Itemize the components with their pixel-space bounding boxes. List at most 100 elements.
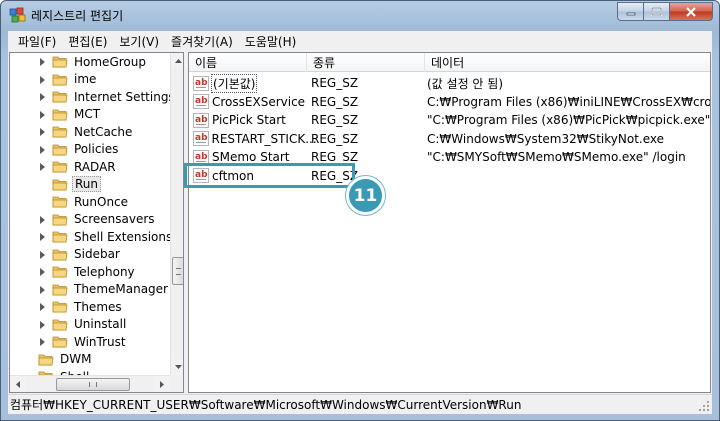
expand-arrow-icon[interactable]: [38, 302, 46, 312]
tree-item-label: MCT: [74, 107, 101, 122]
value-type: REG_SZ: [311, 94, 359, 109]
scroll-up-icon: [175, 59, 182, 63]
tree-item-label: Screensavers: [74, 212, 155, 227]
value-row[interactable]: ab PicPick Start REG_SZ "C:₩Program Files (…: [189, 111, 710, 130]
tree-vertical-scrollbar[interactable]: [170, 53, 183, 375]
folder-icon: [52, 73, 68, 86]
column-header-name[interactable]: 이름: [189, 53, 307, 72]
status-bar: 컴퓨터₩HKEY_CURRENT_USER₩Software₩Microsoft…: [8, 394, 712, 414]
tree-item[interactable]: NetCache: [38, 123, 134, 141]
folder-icon: [52, 230, 68, 243]
menu-view[interactable]: 보기(V): [113, 33, 165, 50]
folder-icon: [52, 125, 68, 138]
tree-item[interactable]: ThemeManager: [38, 281, 170, 299]
tree-item-label: Run: [72, 176, 102, 193]
tree-item[interactable]: Telephony: [38, 263, 137, 281]
menu-file[interactable]: 파일(F): [12, 33, 62, 50]
scroll-down-button[interactable]: [171, 359, 183, 375]
tree-item[interactable]: Sidebar: [38, 246, 122, 264]
expand-arrow-icon[interactable]: [38, 320, 46, 329]
tree-item-label: Shell Extensions: [74, 229, 173, 244]
folder-icon: [52, 335, 68, 348]
value-data: C:₩Program Files (x86)₩iniLINE₩CrossEX₩c…: [427, 94, 710, 109]
tree-item[interactable]: RADAR: [38, 158, 118, 176]
expand-arrow-icon[interactable]: [38, 285, 46, 294]
value-type: REG_SZ: [311, 76, 359, 91]
expand-arrow-icon[interactable]: [38, 110, 46, 119]
menu-help[interactable]: 도움말(H): [239, 33, 303, 50]
value-row[interactable]: ab (기본값) REG_SZ (값 설정 안 됨): [189, 73, 710, 93]
value-row[interactable]: ab RESTART_STICK... REG_SZ C:₩Windows₩Syste…: [189, 130, 710, 149]
value-data: "C:₩SMYSoft₩SMemo₩SMemo.exe" /login: [427, 150, 686, 165]
menu-edit[interactable]: 편집(E): [62, 33, 113, 50]
tree-item[interactable]: Internet Settings: [38, 88, 177, 106]
scroll-up-button[interactable]: [171, 53, 183, 69]
folder-icon: [52, 90, 68, 103]
expand-arrow-icon[interactable]: [38, 250, 46, 259]
expand-arrow-icon[interactable]: [38, 145, 46, 154]
expand-arrow-icon[interactable]: [38, 57, 46, 67]
tree-item[interactable]: Run: [38, 176, 102, 194]
tree-item[interactable]: Screensavers: [38, 211, 157, 229]
title-bar[interactable]: 레지스트리 편집기: [1, 1, 719, 31]
expand-arrow-icon[interactable]: [38, 162, 46, 172]
expand-arrow-icon[interactable]: [38, 337, 46, 347]
expand-arrow-icon[interactable]: [38, 232, 46, 242]
column-header-type[interactable]: 종류: [307, 53, 425, 72]
close-button[interactable]: [669, 2, 713, 21]
tree-item[interactable]: HomeGroup: [38, 53, 148, 71]
folder-icon: [52, 55, 68, 68]
tree-item[interactable]: Policies: [38, 141, 120, 159]
folder-icon: [52, 283, 68, 296]
string-value-icon: ab: [193, 112, 209, 128]
folder-icon: [52, 265, 68, 278]
menu-favorites[interactable]: 즐겨찾기(A): [165, 33, 239, 50]
annotation-step-badge: 11: [346, 176, 385, 215]
folder-icon: [52, 318, 68, 331]
tree-horizontal-scrollbar[interactable]: [10, 375, 170, 392]
scroll-right-button[interactable]: [154, 376, 170, 392]
folder-icon: [52, 248, 68, 261]
scroll-left-icon: [16, 381, 20, 388]
column-header-data[interactable]: 데이터: [425, 53, 710, 72]
tree-item[interactable]: Uninstall: [38, 316, 128, 334]
tree-item[interactable]: Themes: [38, 298, 124, 316]
maximize-button[interactable]: [643, 2, 669, 21]
expand-arrow-icon[interactable]: [38, 215, 46, 224]
tree-vertical-scroll-thumb[interactable]: [172, 257, 183, 285]
tree-item[interactable]: WinTrust: [38, 333, 128, 351]
folder-icon: [52, 300, 68, 313]
close-icon: [686, 6, 696, 17]
tree-item[interactable]: DWM: [24, 351, 93, 369]
window-title: 레지스트리 편집기: [31, 9, 124, 23]
expand-arrow-icon[interactable]: [38, 75, 46, 84]
folder-icon: [52, 195, 68, 208]
folder-icon: [52, 108, 68, 121]
expand-arrow-icon[interactable]: [38, 127, 46, 137]
resize-grip-icon[interactable]: [698, 400, 710, 412]
tree-item[interactable]: ime: [38, 71, 98, 89]
minimize-button[interactable]: [617, 2, 643, 21]
tree-item-label: RADAR: [74, 159, 116, 174]
value-row[interactable]: ab CrossEXService REG_SZ C:₩Program Files (…: [189, 93, 710, 112]
folder-icon: [52, 160, 68, 173]
value-name-cell: ab (기본값): [189, 73, 307, 93]
tree-item-label: Internet Settings: [74, 89, 175, 104]
value-name-cell: ab PicPick Start: [189, 112, 307, 128]
regedit-icon: [9, 7, 26, 24]
tree-item-label: Policies: [74, 142, 119, 157]
tree-item-label: WinTrust: [74, 334, 126, 349]
key-tree-pane[interactable]: HomeGroup ime Internet Settings MCT NetCache…: [9, 52, 184, 393]
tree-item[interactable]: RunOnce: [38, 193, 130, 211]
expand-arrow-icon[interactable]: [38, 92, 46, 102]
string-value-icon: ab: [193, 131, 209, 147]
tree-item-label: NetCache: [74, 124, 133, 139]
scrollbar-corner: [170, 375, 183, 392]
tree-horizontal-scroll-thumb[interactable]: [56, 378, 130, 391]
values-list-pane[interactable]: 이름 종류 데이터 ab (기본값) REG_SZ (값 설정 안 됨) ab Cross…: [188, 52, 711, 393]
value-name-cell: ab RESTART_STICK...: [189, 131, 317, 147]
tree-item[interactable]: MCT: [38, 106, 102, 124]
tree-item[interactable]: Shell Extensions: [38, 228, 174, 246]
scroll-left-button[interactable]: [10, 376, 26, 392]
expand-arrow-icon[interactable]: [38, 267, 46, 277]
